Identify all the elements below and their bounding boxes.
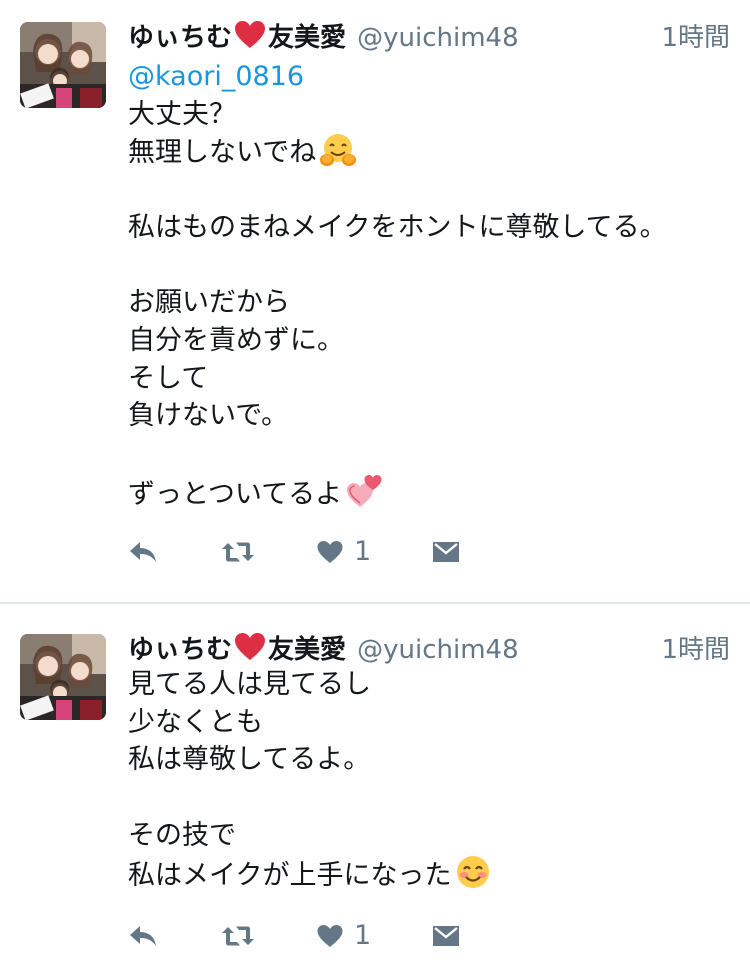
retweet-icon	[222, 542, 254, 562]
handle[interactable]: @yuichim48	[357, 23, 519, 53]
tweet-line: 負けないで。	[128, 400, 289, 432]
tweet-line: 見てる人は見てるし	[128, 669, 371, 700]
smiling-face-with-smiling-eyes-emoji	[457, 856, 490, 889]
avatar-photo	[20, 22, 106, 108]
tweet[interactable]: ゆぃちむ 友美愛 @yuichim48 1時間 見てる人は見てるし 少なくとも 私…	[0, 604, 750, 969]
red-heart-emoji	[235, 21, 266, 48]
reply-button[interactable]	[128, 534, 158, 570]
display-name[interactable]: ゆぃちむ 友美愛	[128, 21, 347, 53]
handle[interactable]: @yuichim48	[357, 635, 519, 665]
tweet-line: 大丈夫？	[128, 98, 236, 130]
tweet-text: 見てる人は見てるし 少なくとも 私は尊敬してるよ。 その技で 私はメイクが上手に…	[128, 666, 730, 892]
direct-message-icon	[433, 926, 459, 946]
retweet-icon	[222, 926, 254, 946]
tweet[interactable]: ゆぃちむ 友美愛 @yuichim48 1時間 @kaori_0816 大丈夫？ …	[0, 0, 750, 603]
tweet-line: 自分を責めずに。	[128, 324, 344, 356]
tweet-line: お願いだから	[128, 287, 290, 319]
reply-icon	[130, 926, 156, 946]
two-hearts-emoji	[347, 474, 382, 507]
tweet-header: ゆぃちむ 友美愛 @yuichim48 1時間	[128, 630, 730, 670]
display-name[interactable]: ゆぃちむ 友美愛	[128, 633, 347, 665]
tweet-line: 私はメイクが上手になった	[128, 854, 730, 892]
tweet-line-text: 私はメイクが上手になった	[128, 860, 452, 892]
tweet-line-text: ずっとついてるよ	[128, 478, 343, 510]
display-name-text: ゆぃちむ	[128, 635, 233, 665]
tweet-line: 少なくとも	[128, 706, 263, 738]
like-count: 1	[354, 920, 372, 951]
avatar[interactable]	[20, 634, 106, 720]
retweet-button[interactable]	[220, 534, 256, 570]
tweet-line: 私は尊敬してるよ。	[128, 744, 371, 776]
retweet-button[interactable]	[220, 918, 256, 954]
direct-message-button[interactable]	[432, 534, 460, 570]
reply-icon	[130, 542, 156, 562]
direct-message-button[interactable]	[432, 918, 460, 954]
tweet-line: 無理しないでね	[128, 133, 730, 171]
display-name-suffix: 友美愛	[268, 23, 347, 53]
tweet-line: その技で	[128, 819, 236, 851]
tweet-header: ゆぃちむ 友美愛 @yuichim48 1時間	[128, 18, 730, 58]
like-button[interactable]: 1	[316, 918, 371, 954]
tweet-line-text: 無理しないでね	[128, 137, 317, 169]
red-heart-emoji	[235, 633, 266, 660]
direct-message-icon	[433, 542, 459, 562]
display-name-suffix: 友美愛	[268, 635, 347, 665]
tweet-text: @kaori_0816 大丈夫？ 無理しないでね 私はものまねメイクをホントに尊…	[128, 58, 730, 510]
like-button[interactable]: 1	[316, 534, 371, 570]
avatar[interactable]	[20, 22, 106, 108]
like-icon	[317, 925, 343, 947]
timestamp[interactable]: 1時間	[661, 18, 730, 58]
timestamp[interactable]: 1時間	[661, 630, 730, 670]
display-name-text: ゆぃちむ	[128, 23, 233, 53]
mention-link[interactable]: @kaori_0816	[128, 58, 730, 96]
tweet-line: 私はものまねメイクをホントに尊敬してる。	[128, 211, 667, 243]
tweet-line: そして	[128, 362, 209, 394]
hugging-face-emoji	[320, 134, 357, 167]
like-icon	[317, 541, 343, 563]
tweet-line: ずっとついてるよ	[128, 473, 730, 511]
avatar-photo	[20, 634, 106, 720]
reply-button[interactable]	[128, 918, 158, 954]
like-count: 1	[354, 536, 372, 567]
